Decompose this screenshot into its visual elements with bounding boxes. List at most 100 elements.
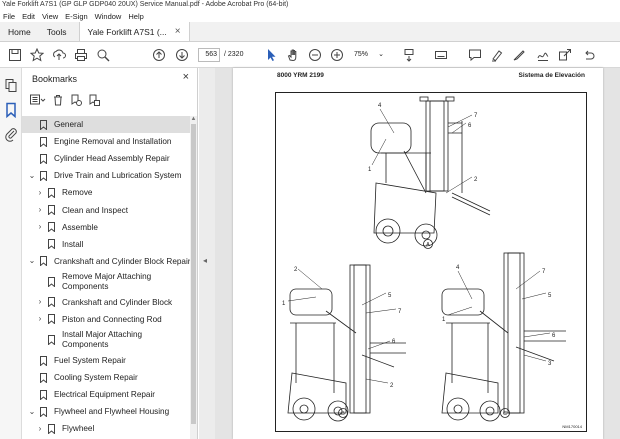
bookmark-item[interactable]: › Remove	[22, 184, 190, 201]
svg-text:7: 7	[398, 309, 402, 315]
chevron-right-icon[interactable]: ›	[36, 205, 44, 215]
bookmark-scrollbar[interactable]: ▲	[190, 116, 197, 439]
chevron-down-icon[interactable]: ⌄	[28, 256, 36, 266]
bookmark-item[interactable]: ⌄ Flywheel and Flywheel Housing	[22, 403, 190, 420]
bookmark-icon	[48, 222, 55, 233]
bookmark-item[interactable]: Electrical Equipment Repair	[22, 386, 190, 403]
bookmark-label: Flywheel	[62, 424, 95, 434]
delete-icon[interactable]	[52, 94, 64, 106]
tab-document-label: Yale Forklift A7S1 (...	[87, 26, 167, 37]
upload-icon[interactable]	[50, 46, 68, 64]
menu-view[interactable]: View	[42, 12, 58, 21]
share-link-icon[interactable]	[556, 46, 574, 64]
bookmark-item[interactable]: Remove Major Attaching Components	[22, 270, 190, 294]
chevron-right-icon[interactable]: ›	[36, 188, 44, 198]
search-icon[interactable]	[94, 46, 112, 64]
bookmark-label: Clean and Inspect	[62, 205, 128, 215]
forklift-illustration: 41762 215762 417563 A B C	[282, 96, 566, 422]
bookmark-label: Remove	[62, 188, 93, 198]
chevron-right-icon[interactable]: ›	[36, 424, 44, 434]
zoom-in-icon[interactable]	[328, 46, 346, 64]
svg-text:4: 4	[378, 103, 382, 109]
zoom-dropdown[interactable]: 75% ⌄	[352, 48, 386, 62]
bookmark-item[interactable]: ⌄ Drive Train and Lubrication System	[22, 167, 190, 184]
select-cursor-icon[interactable]	[262, 46, 280, 64]
bookmark-panel-icon[interactable]	[3, 102, 19, 118]
undo-icon[interactable]	[580, 46, 598, 64]
chevron-right-icon[interactable]: ›	[36, 297, 44, 307]
hand-icon[interactable]	[284, 46, 302, 64]
attachments-icon[interactable]	[3, 126, 19, 142]
menu-window[interactable]: Window	[95, 12, 122, 21]
scroll-up-icon[interactable]: ▲	[190, 116, 197, 122]
bookmark-item[interactable]: Install Major Attaching Components	[22, 328, 190, 352]
document-viewport: 8000 YRM 2199 Sistema de Elevación 4 1 7…	[215, 68, 620, 439]
bookmark-properties-icon[interactable]	[88, 94, 100, 106]
page-header-left: 8000 YRM 2199	[277, 72, 324, 79]
tab-bar: Home Tools Yale Forklift A7S1 (... ×	[0, 22, 620, 42]
bookmark-icon	[40, 406, 47, 417]
svg-text:1: 1	[282, 301, 286, 307]
previous-page-icon[interactable]	[150, 46, 168, 64]
toolbar: 563 / 2320 75% ⌄	[0, 42, 620, 68]
zoom-out-icon[interactable]	[306, 46, 324, 64]
page-thumbnails-icon[interactable]	[3, 78, 19, 94]
bookmark-item[interactable]: › Clean and Inspect	[22, 201, 190, 218]
star-icon[interactable]	[28, 46, 46, 64]
svg-text:3: 3	[548, 361, 552, 367]
bookmark-item[interactable]: Cylinder Head Assembly Repair	[22, 150, 190, 167]
keyboard-icon[interactable]	[432, 46, 450, 64]
options-menu-icon[interactable]	[30, 94, 46, 106]
draw-icon[interactable]	[510, 46, 528, 64]
menu-edit[interactable]: Edit	[22, 12, 35, 21]
bookmark-label: Crankshaft and Cylinder Block Repair	[54, 256, 191, 266]
bookmark-item[interactable]: › Piston and Connecting Rod	[22, 311, 190, 328]
highlighter-icon[interactable]	[488, 46, 506, 64]
bookmark-item[interactable]: General	[22, 116, 190, 134]
chevron-right-icon[interactable]: ›	[36, 314, 44, 324]
svg-text:6: 6	[392, 339, 396, 345]
tab-document[interactable]: Yale Forklift A7S1 (... ×	[78, 22, 190, 42]
bookmark-label: Assemble	[62, 222, 98, 232]
bookmark-item[interactable]: Cooling System Repair	[22, 369, 190, 386]
chevron-down-icon: ⌄	[378, 51, 384, 58]
chevron-down-icon[interactable]: ⌄	[28, 171, 36, 181]
svg-text:7: 7	[542, 269, 546, 275]
next-page-icon[interactable]	[173, 46, 191, 64]
chevron-down-icon[interactable]: ⌄	[28, 407, 36, 417]
comment-icon[interactable]	[466, 46, 484, 64]
bookmark-label: Remove Major Attaching Components	[62, 271, 152, 291]
close-icon[interactable]: ×	[183, 71, 189, 83]
bookmark-icon	[48, 423, 55, 434]
bookmark-icon	[40, 170, 47, 181]
figure-code: NM170014	[562, 424, 582, 429]
tab-tools[interactable]: Tools	[39, 22, 75, 41]
save-icon[interactable]	[6, 46, 24, 64]
bookmark-item[interactable]: › Crankshaft and Cylinder Block	[22, 294, 190, 311]
bookmark-item[interactable]: Install	[22, 236, 190, 253]
bookmark-icon	[40, 355, 47, 366]
bookmark-item[interactable]: › Assemble	[22, 219, 190, 236]
menu-file[interactable]: File	[3, 12, 15, 21]
print-icon[interactable]	[72, 46, 90, 64]
panel-collapse-handle[interactable]: ◂	[199, 68, 215, 439]
page-scroll-icon[interactable]	[400, 46, 418, 64]
sign-icon[interactable]	[534, 46, 552, 64]
bookmark-item[interactable]: ⌄ Crankshaft and Cylinder Block Repair	[22, 253, 191, 270]
bookmark-item[interactable]: › Flywheel	[22, 420, 190, 437]
bookmark-item[interactable]: Engine Removal and Installation	[22, 133, 190, 150]
forklift-figure: 41762 215762 417563 A B C NM170014	[275, 92, 587, 432]
bookmark-label: Fuel System Repair	[54, 356, 126, 366]
scroll-thumb[interactable]	[191, 124, 196, 424]
bookmark-label: Piston and Connecting Rod	[62, 314, 162, 324]
page-number-input[interactable]: 563	[198, 48, 220, 62]
new-bookmark-icon[interactable]	[70, 94, 82, 106]
bookmark-item[interactable]: Fuel System Repair	[22, 352, 190, 369]
tab-home[interactable]: Home	[0, 22, 39, 41]
menu-esign[interactable]: E-Sign	[65, 12, 88, 21]
close-icon[interactable]: ×	[175, 22, 181, 42]
bookmark-label: Install Major Attaching Components	[62, 330, 143, 350]
menu-help[interactable]: Help	[128, 12, 143, 21]
chevron-right-icon[interactable]: ›	[36, 222, 44, 232]
bookmark-label: Install	[62, 239, 84, 249]
